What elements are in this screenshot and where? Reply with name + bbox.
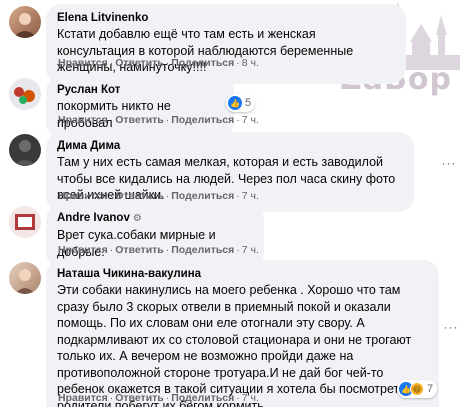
avatar-photo-icon [15, 214, 35, 230]
comment-text: Эти собаки накинулись на моего ребенка .… [57, 283, 428, 407]
comment-author[interactable]: Дима Дима [57, 139, 403, 153]
more-options-icon[interactable]: ··· [440, 154, 458, 172]
avatar[interactable] [9, 206, 41, 238]
comment-timestamp[interactable]: 7 ч. [242, 392, 259, 404]
more-options-icon[interactable]: ··· [442, 318, 460, 336]
comment-bubble: Наташа Чикина-вакулина Эти собаки накину… [46, 260, 439, 407]
avatar-photo-icon [15, 269, 35, 294]
reaction-count: 5 [245, 97, 252, 109]
comment-timestamp[interactable]: 8 ч. [242, 57, 259, 69]
like-action[interactable]: Нравится [58, 244, 108, 256]
haha-emoji-icon: 😆 [410, 382, 424, 396]
thumbs-up-icon: 👍 [228, 96, 242, 110]
comment-author[interactable]: Elena Litvinenko [57, 11, 395, 25]
like-action[interactable]: Нравится [58, 190, 108, 202]
comment-author[interactable]: Наташа Чикина-вакулина [57, 267, 428, 281]
comment-actions: Нравится · Ответить · Поделиться · 8 ч. [58, 57, 259, 69]
reply-action[interactable]: Ответить [115, 57, 164, 69]
avatar[interactable] [9, 262, 41, 294]
share-action[interactable]: Поделиться [171, 244, 234, 256]
avatar-photo-icon [13, 140, 37, 166]
comment-bubble: Andre Ivanov ⚙ Врет сука.собаки мирные и … [46, 204, 264, 268]
comment-actions: Нравится · Ответить · Поделиться · 7 ч. [58, 190, 259, 202]
like-action[interactable]: Нравится [58, 114, 108, 126]
author-name[interactable]: Andre Ivanov [57, 212, 130, 224]
avatar[interactable] [9, 78, 41, 110]
comment-timestamp[interactable]: 7 ч. [242, 114, 259, 126]
comment-author: Andre Ivanov ⚙ [57, 211, 253, 226]
reply-action[interactable]: Ответить [115, 244, 164, 256]
avatar-photo-icon [13, 13, 37, 38]
comment-timestamp[interactable]: 7 ч. [242, 190, 259, 202]
share-action[interactable]: Поделиться [171, 392, 234, 404]
reaction-summary[interactable]: 👍 5 [226, 94, 256, 112]
comment-actions: Нравится · Ответить · Поделиться · 7 ч. [58, 244, 259, 256]
share-action[interactable]: Поделиться [171, 190, 234, 202]
comment-actions: Нравится · Ответить · Поделиться · 7 ч. [58, 114, 259, 126]
reaction-summary[interactable]: 👍 😆 7 [397, 380, 438, 398]
avatar-photo-icon [14, 87, 35, 104]
reply-action[interactable]: Ответить [115, 392, 164, 404]
share-action[interactable]: Поделиться [171, 57, 234, 69]
comment-bubble: Руслан Кот покормить никто не пробовал [46, 76, 234, 139]
comment-bubble: Elena Litvinenko Кстати добавлю ещё что … [46, 4, 406, 84]
gear-badge-icon: ⚙ [132, 213, 142, 224]
reaction-count: 7 [427, 383, 434, 395]
avatar[interactable] [9, 6, 41, 38]
reply-action[interactable]: Ответить [115, 190, 164, 202]
reply-action[interactable]: Ответить [115, 114, 164, 126]
comment-timestamp[interactable]: 7 ч. [242, 244, 259, 256]
like-action[interactable]: Нравится [58, 57, 108, 69]
like-action[interactable]: Нравится [58, 392, 108, 404]
comment-actions: Нравится · Ответить · Поделиться · 7 ч. [58, 392, 259, 404]
avatar[interactable] [9, 134, 41, 166]
share-action[interactable]: Поделиться [171, 114, 234, 126]
comment-author[interactable]: Руслан Кот [57, 83, 223, 97]
